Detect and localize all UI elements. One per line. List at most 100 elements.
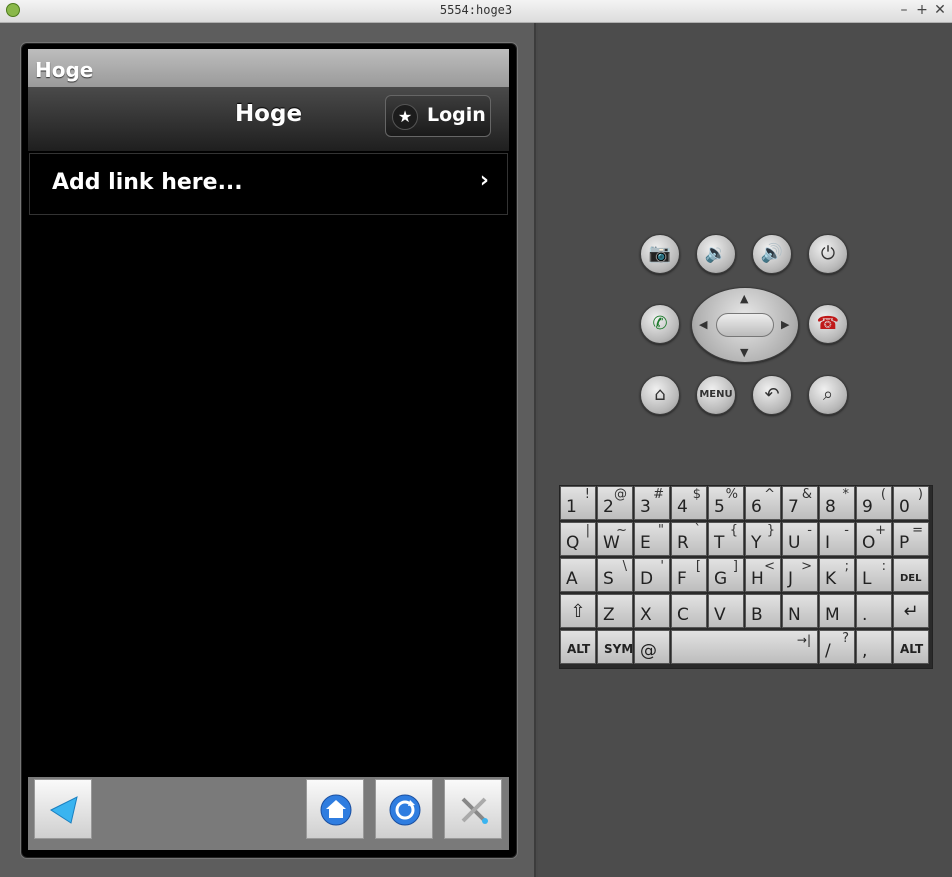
key-2-5[interactable]: H < <box>745 558 781 592</box>
login-button[interactable]: ★ Login <box>385 95 491 137</box>
key-label: / <box>825 641 831 661</box>
key-alt-label: | <box>585 523 590 538</box>
key-label: B <box>751 605 763 625</box>
key-2-8[interactable]: L: <box>856 558 892 592</box>
key-0-5[interactable]: 6 ^ <box>745 486 781 520</box>
end-call-button[interactable]: ☎ <box>808 304 848 344</box>
key-3-2[interactable]: X <box>634 594 670 628</box>
key-0-6[interactable]: 7 & <box>782 486 818 520</box>
home-button[interactable]: ⌂ <box>640 375 680 415</box>
window-titlebar: 5554:hoge3 – + ✕ <box>0 0 952 23</box>
dpad[interactable]: ▲ ▼ ◀ ▶ <box>691 287 799 363</box>
back-toolbar-button[interactable] <box>34 779 92 839</box>
key-label: 8 <box>825 497 836 517</box>
key-3-6[interactable]: N <box>782 594 818 628</box>
back-button[interactable]: ↶ <box>752 375 792 415</box>
key-label: SYM <box>604 642 634 656</box>
key-1-6[interactable]: U- <box>782 522 818 556</box>
dpad-center-button[interactable] <box>716 313 774 337</box>
volume-up-icon: 🔊 <box>760 243 784 264</box>
key-label: 5 <box>714 497 725 517</box>
key-3-7[interactable]: M <box>819 594 855 628</box>
key-alt-label: \ <box>622 559 627 574</box>
key-1-8[interactable]: O + <box>856 522 892 556</box>
alt-left-key[interactable]: ALT <box>560 630 596 664</box>
key-alt-label: ~ <box>616 523 627 538</box>
key-1-4[interactable]: T{ <box>708 522 744 556</box>
key-0-1[interactable]: 2 @ <box>597 486 633 520</box>
window-title: 5554:hoge3 <box>439 3 513 17</box>
key-alt-label: ) <box>917 487 923 502</box>
key-2-6[interactable]: J > <box>782 558 818 592</box>
key-3-5[interactable]: B <box>745 594 781 628</box>
minimize-button[interactable]: – <box>897 2 911 18</box>
settings-toolbar-button[interactable] <box>444 779 502 839</box>
at-key[interactable]: @ <box>634 630 670 664</box>
volume-up-button[interactable]: 🔊 <box>752 234 792 274</box>
key-label: ALT <box>900 642 924 656</box>
key-0-0[interactable]: 1! <box>560 486 596 520</box>
key-3-4[interactable]: V <box>708 594 744 628</box>
key-2-4[interactable]: G] <box>708 558 744 592</box>
key-1-7[interactable]: I- <box>819 522 855 556</box>
key-alt-label: ? <box>842 631 849 646</box>
key-alt-label: ] <box>732 559 738 574</box>
sym-key[interactable]: SYM <box>597 630 633 664</box>
search-button[interactable]: ⌕ <box>808 375 848 415</box>
end-call-icon: ☎ <box>816 313 840 334</box>
menu-button[interactable]: MENU <box>696 375 736 415</box>
slash-key[interactable]: /? <box>819 630 855 664</box>
key-label: 7 <box>788 497 799 517</box>
key-label: , <box>862 641 868 661</box>
key-2-0[interactable]: A <box>560 558 596 592</box>
space-key[interactable]: →| <box>671 630 818 664</box>
call-button[interactable]: ✆ <box>640 304 680 344</box>
volume-down-icon: 🔉 <box>704 243 728 264</box>
list-item-label: Add link here... <box>52 170 243 195</box>
home-toolbar-button[interactable] <box>306 779 364 839</box>
key-0-9[interactable]: 0) <box>893 486 929 520</box>
device-frame: Hoge Hoge ★ Login Add link here... › <box>21 43 517 858</box>
key-2-9[interactable]: DEL <box>893 558 929 592</box>
key-1-5[interactable]: Y} <box>745 522 781 556</box>
key-2-3[interactable]: F[ <box>671 558 707 592</box>
key-3-0[interactable]: ⇧ <box>560 594 596 628</box>
key-alt-label: + <box>875 523 886 538</box>
tools-icon <box>461 797 488 824</box>
key-label: D <box>640 569 654 589</box>
alt-right-key[interactable]: ALT <box>893 630 929 664</box>
key-3-9[interactable]: ↵ <box>893 594 929 628</box>
maximize-button[interactable]: + <box>915 2 929 18</box>
key-label: DEL <box>900 573 922 584</box>
volume-down-button[interactable]: 🔉 <box>696 234 736 274</box>
key-alt-label: ^ <box>764 487 775 502</box>
key-1-1[interactable]: W ~ <box>597 522 633 556</box>
key-0-7[interactable]: 8 * <box>819 486 855 520</box>
key-label: 9 <box>862 497 873 517</box>
key-alt-label: @ <box>614 487 627 502</box>
key-3-8[interactable]: . <box>856 594 892 628</box>
home-icon <box>320 794 352 826</box>
list-item-link[interactable]: Add link here... › <box>29 153 508 215</box>
key-0-4[interactable]: 5% <box>708 486 744 520</box>
comma-key[interactable]: , <box>856 630 892 664</box>
key-label: I <box>825 533 831 553</box>
power-button[interactable]: ⏻ <box>808 234 848 274</box>
camera-button[interactable]: 📷 <box>640 234 680 274</box>
key-3-3[interactable]: C <box>671 594 707 628</box>
refresh-toolbar-button[interactable] <box>375 779 433 839</box>
login-label: Login <box>427 104 486 126</box>
key-alt-label: ! <box>584 487 590 502</box>
key-1-2[interactable]: E " <box>634 522 670 556</box>
key-1-0[interactable]: Q | <box>560 522 596 556</box>
key-0-3[interactable]: 4 $ <box>671 486 707 520</box>
key-2-1[interactable]: S \ <box>597 558 633 592</box>
key-1-9[interactable]: P = <box>893 522 929 556</box>
key-0-2[interactable]: 3 # <box>634 486 670 520</box>
key-3-1[interactable]: Z <box>597 594 633 628</box>
key-2-7[interactable]: K; <box>819 558 855 592</box>
key-0-8[interactable]: 9( <box>856 486 892 520</box>
key-2-2[interactable]: D ' <box>634 558 670 592</box>
key-1-3[interactable]: R ` <box>671 522 707 556</box>
close-button[interactable]: ✕ <box>933 2 947 18</box>
